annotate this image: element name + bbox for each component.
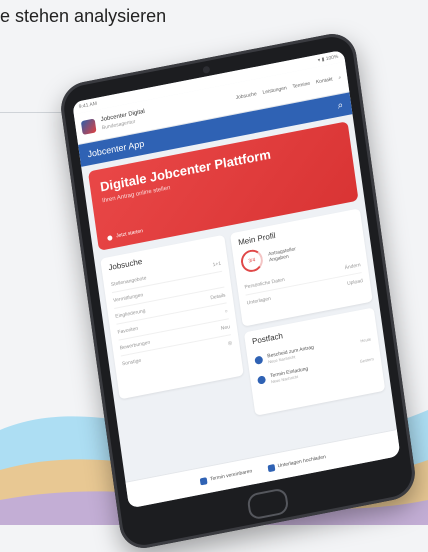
- list-item-value: Upload: [346, 277, 364, 287]
- app-title: Jobcenter App: [86, 138, 145, 160]
- list-item-value: ◎: [227, 339, 233, 347]
- hero-cta-label: Jetzt starten: [115, 228, 144, 240]
- progress-ring-icon: 3/4: [239, 247, 265, 274]
- right-column: Mein Profil 3/4 Antragsteller Angaben Pe…: [229, 208, 386, 416]
- menu-item-jobsuche[interactable]: Jobsuche: [235, 91, 257, 101]
- message-text: Termin Einladung Neue Nachricht: [270, 365, 310, 383]
- profil-card: Mein Profil 3/4 Antragsteller Angaben Pe…: [229, 208, 373, 327]
- footer-upload-button[interactable]: Unterlagen hochladen: [267, 454, 326, 472]
- mail-icon: [257, 375, 267, 385]
- tablet-screen: 9:41 AM ▾ ▮ 100% Jobcenter Digital Bunde…: [72, 49, 401, 509]
- list-item-label: Unterlagen: [246, 295, 272, 307]
- list-item-label: Vermittlungen: [112, 291, 144, 304]
- list-item-label: Bewerbungen: [119, 339, 151, 352]
- menu-item-leistungen[interactable]: Leistungen: [262, 85, 287, 96]
- menu-item-kontakt[interactable]: Kontakt: [316, 76, 334, 85]
- postfach-card: Postfach Bescheid zum Antrag Neue Nachri…: [243, 307, 386, 416]
- dot-icon: [107, 234, 113, 241]
- message-time: Heute: [360, 335, 372, 343]
- list-item-value: ○: [224, 307, 229, 315]
- menu-item-termine[interactable]: Termine: [292, 81, 310, 90]
- list-item-value: Details: [209, 291, 226, 301]
- list-item-label: Stellenangebote: [110, 274, 147, 288]
- brand: Jobcenter Digital Bundesagentur: [101, 109, 147, 131]
- list-item-label: Eingliederung: [114, 307, 146, 320]
- dashboard-grid: Jobsuche Stellenangebote 1+1 Vermittlunge…: [100, 208, 386, 441]
- list-item-label: Sonstige: [121, 357, 142, 367]
- status-time: 9:41 AM: [78, 100, 98, 111]
- list-item-value: 1+1: [212, 260, 222, 268]
- footer-termin-button[interactable]: Termin vereinbaren: [199, 468, 253, 485]
- headline-text: e stehen analysieren: [0, 6, 167, 26]
- jobsuche-card: Jobsuche Stellenangebote 1+1 Vermittlunge…: [100, 234, 244, 400]
- search-icon[interactable]: ⌕: [338, 75, 342, 81]
- list-item-value: Ändern: [344, 261, 361, 271]
- hero-cta[interactable]: Jetzt starten: [107, 228, 143, 241]
- tablet-device: 9:41 AM ▾ ▮ 100% Jobcenter Digital Bunde…: [57, 29, 419, 552]
- profile-name: Antragsteller Angaben: [268, 246, 297, 263]
- calendar-icon: [199, 476, 208, 485]
- status-icons: ▾ ▮ 100%: [317, 53, 339, 64]
- search-icon[interactable]: ⌕: [337, 99, 344, 111]
- upload-icon: [267, 463, 276, 472]
- list-item-label: Favoriten: [117, 325, 139, 336]
- app-logo-icon: [80, 118, 97, 136]
- message-time: Gestern: [359, 355, 375, 364]
- mail-icon: [254, 355, 264, 365]
- list-item-value: Neu: [220, 323, 231, 332]
- footer-termin-label: Termin vereinbaren: [209, 468, 253, 483]
- footer-upload-label: Unterlagen hochladen: [277, 454, 327, 470]
